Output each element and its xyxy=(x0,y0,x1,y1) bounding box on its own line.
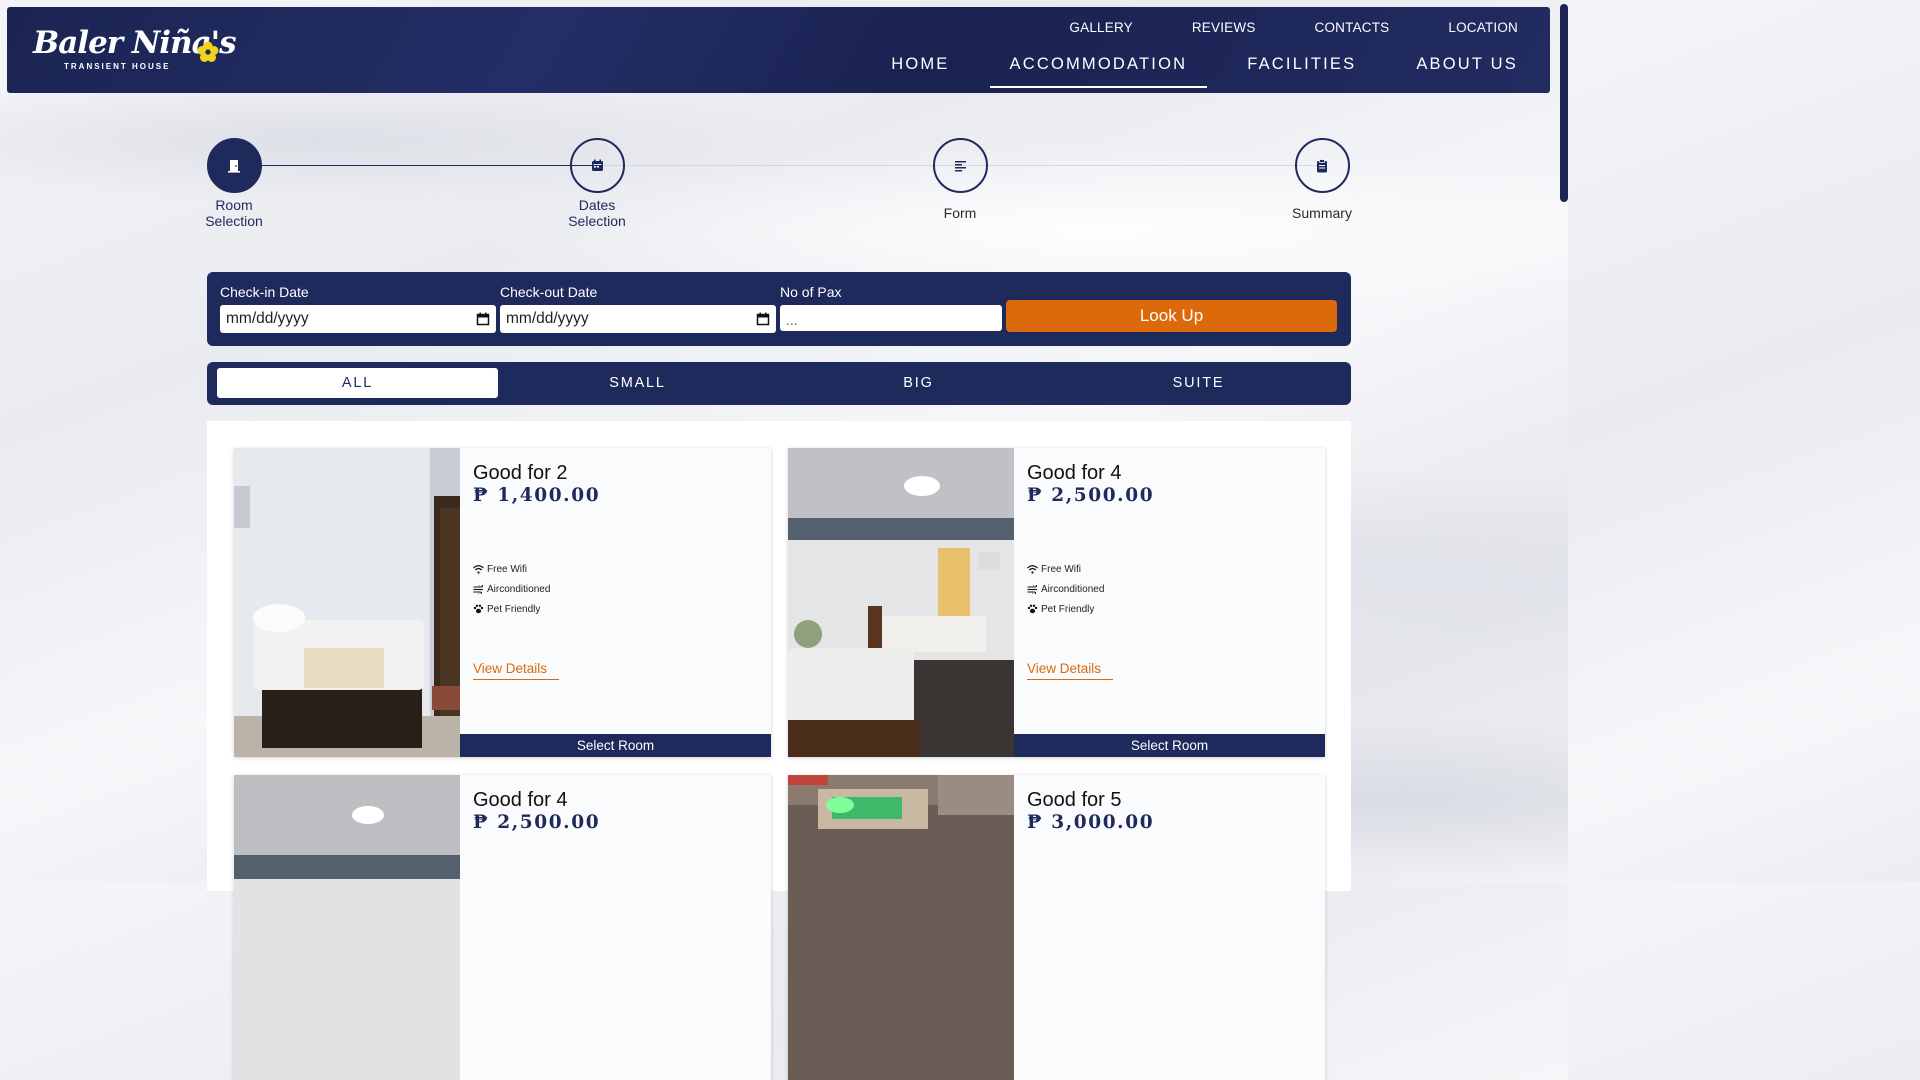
amenity-item: Free Wifi xyxy=(1027,559,1104,579)
air-conditioner-icon xyxy=(473,584,484,594)
step-circle xyxy=(932,138,988,193)
pax-label: No of Pax xyxy=(780,284,842,300)
step-connector xyxy=(234,165,597,166)
amenity-item: Pet Friendly xyxy=(473,599,550,619)
view-details-link[interactable]: View Details xyxy=(1027,661,1114,680)
checkout-field: Check-out Date mm/dd/yyyy xyxy=(500,284,776,333)
nav-facilities[interactable]: FACILITIES xyxy=(1247,55,1356,80)
room-photo xyxy=(788,448,1014,757)
air-conditioner-icon xyxy=(1027,584,1038,594)
step-label: Form xyxy=(943,205,977,221)
room-price: ₱ 3,000.00 xyxy=(1027,812,1155,833)
tab-suite[interactable]: SUITE xyxy=(1058,368,1339,398)
pax-placeholder: ... xyxy=(786,312,798,328)
room-info: Good for 4 ₱ 2,500.00 Free Wifi Aircondi… xyxy=(1014,448,1325,757)
brand-tagline: TRANSIENT HOUSE xyxy=(64,62,171,71)
amenity-item: Airconditioned xyxy=(473,579,550,599)
checkout-value: mm/dd/yyyy xyxy=(506,310,589,327)
site-header: Baler Niña's TRANSIENT HOUSE GALLERY REV… xyxy=(7,7,1550,93)
amenity-list: Free Wifi Airconditioned Pet Friendly xyxy=(1027,559,1104,619)
rooms-panel: Good for 2 ₱ 1,400.00 Free Wifi Aircondi… xyxy=(207,421,1351,1080)
nav-accommodation[interactable]: ACCOMMODATION xyxy=(989,55,1207,88)
look-up-button[interactable]: Look Up xyxy=(1006,300,1337,332)
primary-nav: HOME ACCOMMODATION FACILITIES ABOUT US xyxy=(831,55,1518,88)
nav-location[interactable]: LOCATION xyxy=(1448,20,1518,35)
amenity-item: Pet Friendly xyxy=(1027,599,1104,619)
paw-icon xyxy=(473,604,484,614)
nav-contacts[interactable]: CONTACTS xyxy=(1315,20,1390,35)
room-info: Good for 4 ₱ 2,500.00 xyxy=(460,775,771,1080)
select-room-button[interactable]: Select Room xyxy=(1014,734,1325,757)
page-scrollbar[interactable] xyxy=(1556,0,1568,882)
room-title: Good for 2 xyxy=(473,462,568,484)
room-card: Good for 4 ₱ 2,500.00 xyxy=(234,775,771,1080)
room-card: Good for 5 ₱ 3,000.00 xyxy=(788,775,1325,1080)
checkin-date-input[interactable]: mm/dd/yyyy xyxy=(220,305,496,333)
pax-field: No of Pax ... xyxy=(780,284,1002,331)
tab-small[interactable]: SMALL xyxy=(497,368,778,398)
step-dates-selection[interactable]: Dates Selection xyxy=(547,138,647,229)
room-price: ₱ 1,400.00 xyxy=(473,485,601,506)
amenity-list: Free Wifi Airconditioned Pet Friendly xyxy=(473,559,550,619)
step-label: Dates Selection xyxy=(568,197,626,229)
form-lines-icon xyxy=(954,160,966,171)
brand-logo[interactable]: Baler Niña's TRANSIENT HOUSE xyxy=(33,25,237,77)
calendar-picker-icon[interactable] xyxy=(756,312,770,326)
step-circle xyxy=(206,138,262,193)
checkin-label: Check-in Date xyxy=(220,284,309,300)
booking-stepper: Room Selection Dates Selection Form Summ… xyxy=(205,138,1352,238)
checkout-label: Check-out Date xyxy=(500,284,598,300)
room-price: ₱ 2,500.00 xyxy=(473,812,601,833)
checkin-field: Check-in Date mm/dd/yyyy xyxy=(220,284,496,333)
wifi-icon xyxy=(1027,564,1038,574)
calendar-picker-icon[interactable] xyxy=(476,312,490,326)
step-label: Summary xyxy=(1292,205,1352,221)
room-info: Good for 2 ₱ 1,400.00 Free Wifi Aircondi… xyxy=(460,448,771,757)
brand-name: Baler Niña's xyxy=(33,25,237,61)
room-info: Good for 5 ₱ 3,000.00 xyxy=(1014,775,1325,1080)
room-price: ₱ 2,500.00 xyxy=(1027,485,1155,506)
room-type-tabs: ALL SMALL BIG SUITE xyxy=(207,362,1351,405)
checkout-date-input[interactable]: mm/dd/yyyy xyxy=(500,305,776,333)
nav-reviews[interactable]: REVIEWS xyxy=(1192,20,1256,35)
room-photo xyxy=(234,775,460,1080)
nav-about-us[interactable]: ABOUT US xyxy=(1416,55,1518,80)
pax-input[interactable]: ... xyxy=(780,305,1002,331)
room-card: Good for 4 ₱ 2,500.00 Free Wifi Aircondi… xyxy=(788,448,1325,757)
checkin-value: mm/dd/yyyy xyxy=(226,310,309,327)
flower-icon xyxy=(197,41,219,62)
step-circle xyxy=(1294,138,1350,193)
availability-search: Check-in Date mm/dd/yyyy Check-out Date … xyxy=(207,272,1351,346)
clipboard-icon xyxy=(1317,158,1327,172)
step-room-selection[interactable]: Room Selection xyxy=(184,138,284,229)
door-icon xyxy=(228,159,240,173)
room-title: Good for 5 xyxy=(1027,789,1122,811)
step-summary[interactable]: Summary xyxy=(1272,138,1372,221)
calendar-icon xyxy=(591,159,603,171)
room-card: Good for 2 ₱ 1,400.00 Free Wifi Aircondi… xyxy=(234,448,771,757)
scrollbar-thumb[interactable] xyxy=(1560,4,1568,202)
room-photo xyxy=(788,775,1014,1080)
room-title: Good for 4 xyxy=(473,789,568,811)
step-form[interactable]: Form xyxy=(910,138,1010,221)
nav-gallery[interactable]: GALLERY xyxy=(1069,20,1132,35)
step-circle xyxy=(569,138,625,193)
room-photo xyxy=(234,448,460,757)
select-room-button[interactable]: Select Room xyxy=(460,734,771,757)
room-title: Good for 4 xyxy=(1027,462,1122,484)
secondary-nav: GALLERY REVIEWS CONTACTS LOCATION xyxy=(1010,20,1518,35)
step-label: Room Selection xyxy=(205,197,263,229)
tab-big[interactable]: BIG xyxy=(778,368,1059,398)
nav-home[interactable]: HOME xyxy=(891,55,949,80)
wifi-icon xyxy=(473,564,484,574)
paw-icon xyxy=(1027,604,1038,614)
amenity-item: Free Wifi xyxy=(473,559,550,579)
tab-all[interactable]: ALL xyxy=(217,368,498,398)
view-details-link[interactable]: View Details xyxy=(473,661,560,680)
amenity-item: Airconditioned xyxy=(1027,579,1104,599)
